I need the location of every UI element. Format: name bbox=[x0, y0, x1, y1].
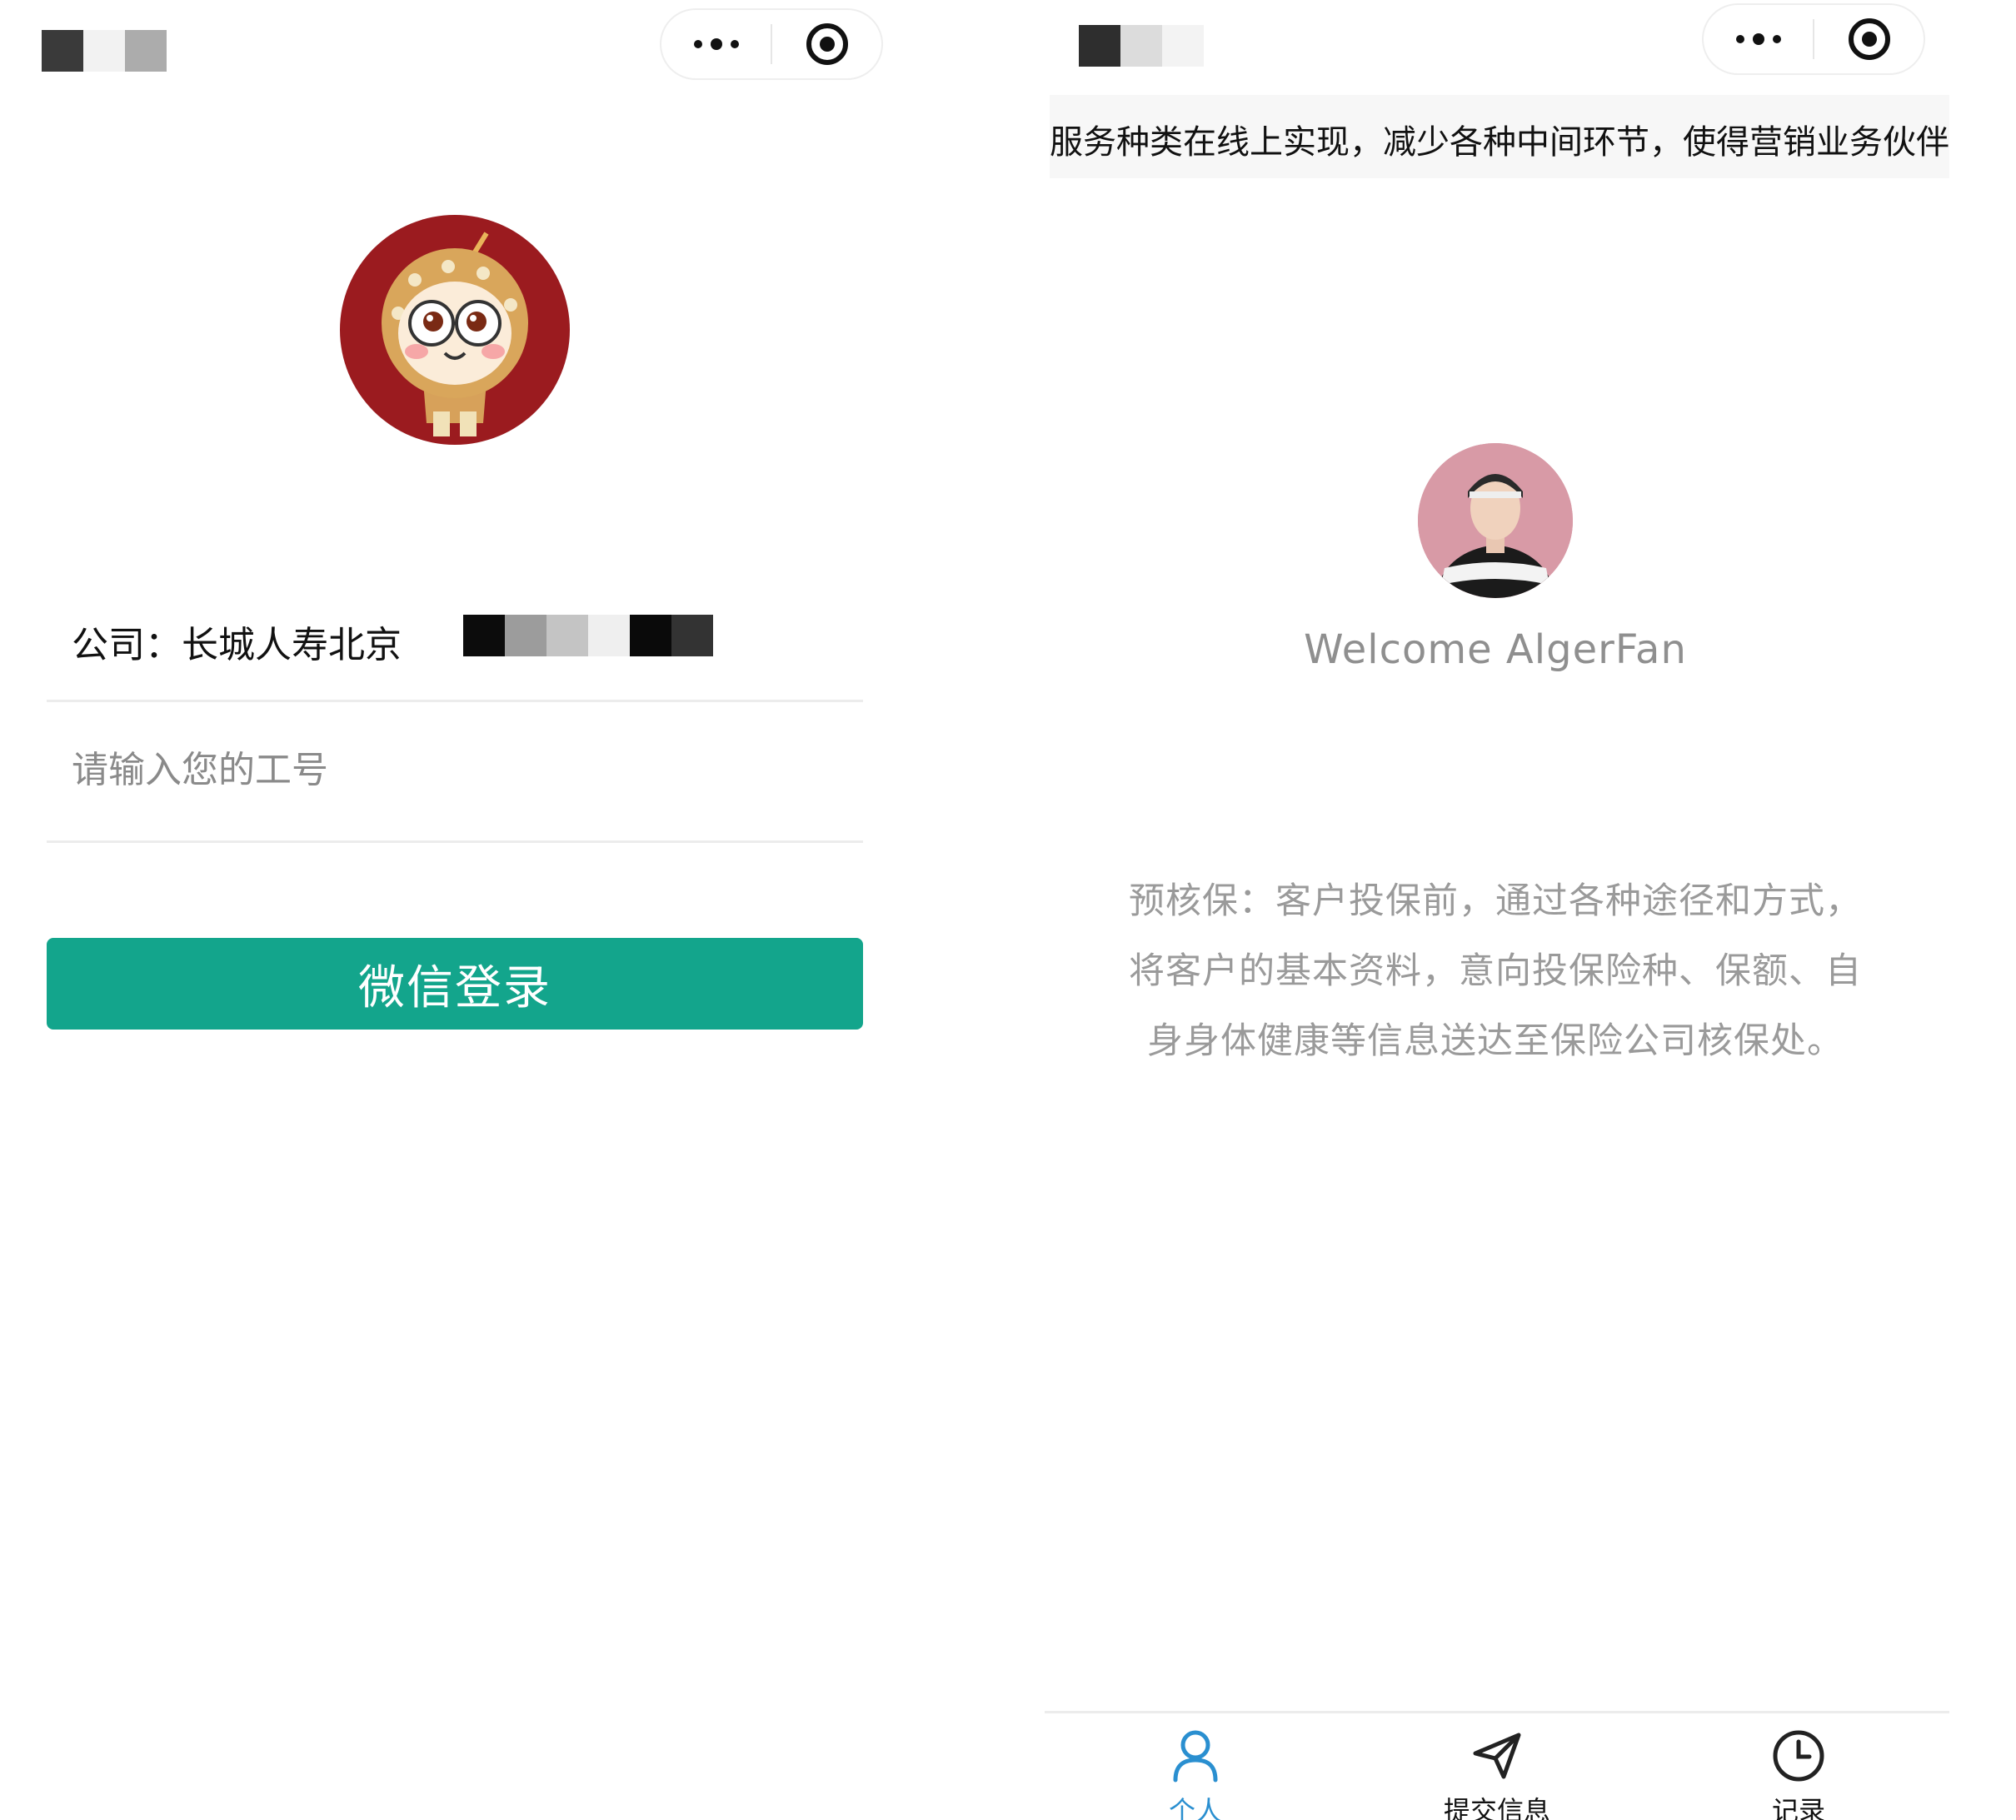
more-menu-button[interactable] bbox=[1704, 5, 1813, 73]
tab-label: 记录 bbox=[1771, 1795, 1825, 1820]
home-screen: 服务种类在线上实现，减少各种中间环节，使得营销业务伙伴将 Welcome Alg… bbox=[958, 0, 2016, 1820]
notice-text: 服务种类在线上实现，减少各种中间环节，使得营销业务伙伴将 bbox=[1050, 123, 1949, 162]
close-program-button[interactable] bbox=[772, 10, 881, 78]
company-label: 公司：长城人寿北京 bbox=[72, 624, 402, 666]
company-row: 公司：长城人寿北京 bbox=[47, 583, 863, 702]
tab-label: 个人 bbox=[1168, 1795, 1222, 1820]
bottom-tab-bar: 个人 提交信息 记录 bbox=[1045, 1711, 1949, 1820]
pre-underwriting-description: 预核保：客户投保前，通过各种途径和方式，将客户的基本资料，意向投保险种、保额、自… bbox=[1129, 880, 1862, 1062]
user-avatar[interactable] bbox=[1418, 443, 1573, 598]
notice-marquee: 服务种类在线上实现，减少各种中间环节，使得营销业务伙伴将 bbox=[1050, 95, 1949, 178]
target-close-icon bbox=[1848, 18, 1890, 60]
mascot-illustration bbox=[382, 232, 528, 436]
login-screen: 公司：长城人寿北京 微信登录 bbox=[0, 0, 958, 1820]
app-title-redacted bbox=[1079, 25, 1204, 67]
tab-personal[interactable]: 个人 bbox=[1045, 1713, 1346, 1820]
avatar-photo bbox=[1418, 443, 1573, 598]
more-dots-icon bbox=[1735, 33, 1781, 45]
more-dots-icon bbox=[693, 38, 739, 50]
tab-label: 提交信息 bbox=[1443, 1795, 1550, 1820]
app-title-redacted bbox=[42, 30, 167, 72]
more-menu-button[interactable] bbox=[661, 10, 771, 78]
close-program-button[interactable] bbox=[1814, 5, 1924, 73]
send-icon bbox=[1473, 1733, 1521, 1779]
mini-program-capsule bbox=[660, 8, 883, 80]
person-icon bbox=[1173, 1730, 1218, 1783]
employee-id-input[interactable] bbox=[70, 735, 823, 804]
clock-icon bbox=[1773, 1730, 1824, 1782]
tab-submit-info[interactable]: 提交信息 bbox=[1346, 1713, 1648, 1820]
employee-id-row bbox=[47, 702, 863, 843]
company-mascot-logo bbox=[340, 215, 570, 445]
mini-program-capsule bbox=[1702, 3, 1925, 75]
target-close-icon bbox=[806, 23, 848, 65]
wechat-login-button[interactable]: 微信登录 bbox=[47, 938, 863, 1030]
company-name-redacted bbox=[463, 615, 713, 656]
welcome-text: Welcome AlgerFan bbox=[1304, 626, 1687, 673]
tab-records[interactable]: 记录 bbox=[1648, 1713, 1949, 1820]
